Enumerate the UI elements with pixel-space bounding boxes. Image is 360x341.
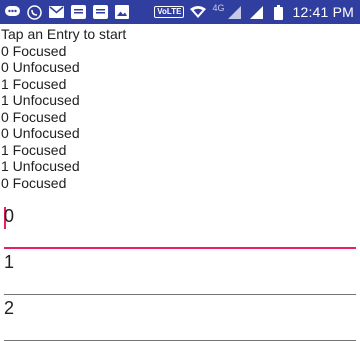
entry-value: 2 bbox=[4, 298, 15, 318]
wifi-icon bbox=[190, 4, 207, 20]
page-content: Tap an Entry to start 0 Focused 0 Unfocu… bbox=[0, 26, 360, 191]
log-entry: 1 Focused bbox=[1, 75, 67, 92]
entry-value: 0 bbox=[4, 206, 15, 226]
chat-bubble-icon bbox=[4, 4, 20, 20]
log-entry: 0 Unfocused bbox=[1, 59, 80, 75]
battery-icon bbox=[270, 4, 286, 20]
entry-field-0[interactable]: 0 bbox=[4, 203, 356, 249]
gallery-icon bbox=[114, 4, 130, 20]
entry-field-2[interactable]: 2 bbox=[4, 295, 356, 341]
focus-event-log: 0 Focused 0 Unfocused 1 Focused 1 Unfocu… bbox=[0, 43, 360, 192]
instruction-text: Tap an Entry to start bbox=[1, 26, 127, 42]
log-entry: 1 Unfocused bbox=[1, 158, 80, 174]
entry-field-1[interactable]: 1 bbox=[4, 249, 356, 295]
log-entry: 1 Unfocused bbox=[1, 92, 80, 108]
signal-icon bbox=[226, 4, 242, 20]
log-entry: 0 Unfocused bbox=[1, 125, 80, 141]
log-entry: 0 Focused bbox=[1, 174, 67, 191]
news-icon bbox=[92, 4, 108, 20]
news-icon bbox=[70, 4, 86, 20]
volte-badge: VoLTE bbox=[154, 6, 185, 18]
signal-icon bbox=[248, 4, 264, 20]
log-entry: 0 Focused bbox=[1, 42, 67, 59]
log-entry: 0 Focused bbox=[1, 108, 67, 125]
whatsapp-icon bbox=[26, 4, 42, 20]
gmail-icon bbox=[48, 4, 64, 20]
notification-icons bbox=[4, 4, 130, 20]
clock: 12:41 PM bbox=[292, 4, 354, 20]
network-type-label: 4G bbox=[212, 3, 225, 13]
system-icons: VoLTE 4G 12:41 PM bbox=[154, 0, 354, 24]
entry-value: 1 bbox=[4, 252, 15, 272]
log-entry: 1 Focused bbox=[1, 141, 67, 158]
status-bar: VoLTE 4G 12:41 PM bbox=[0, 0, 360, 24]
entry-list: 0 1 2 bbox=[4, 203, 356, 341]
